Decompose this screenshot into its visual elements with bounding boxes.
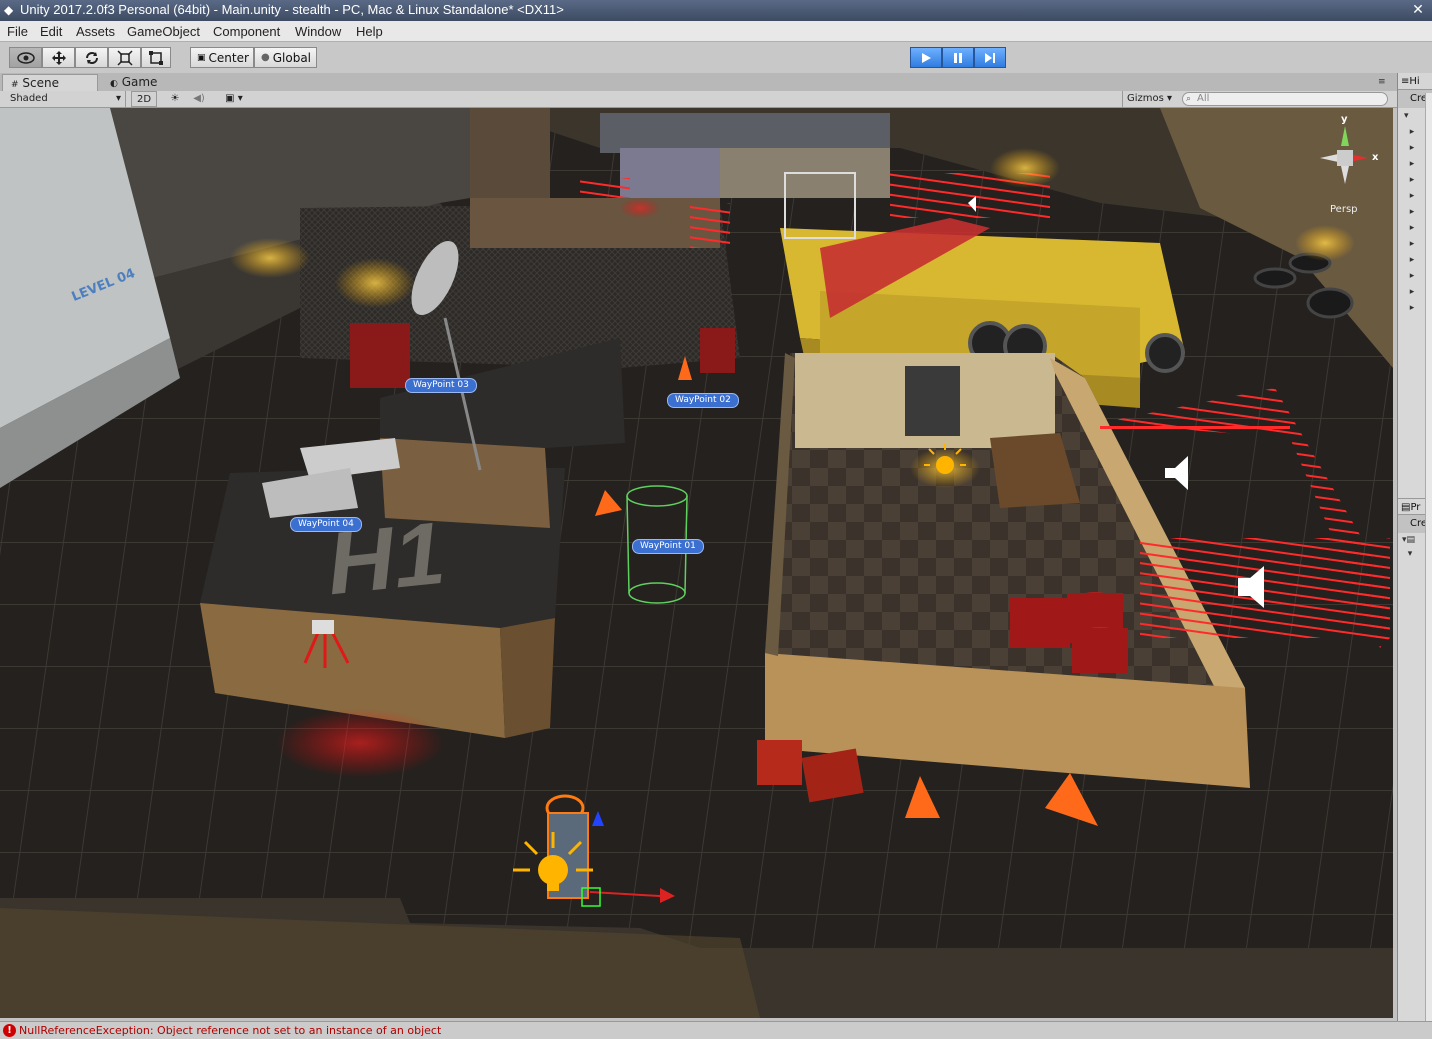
scene-toolbar: Shaded ▾ 2D ☀ ◀) ▣ ▾ Gizmos ▾ ⌕ All [0, 91, 1397, 108]
pause-button[interactable] [942, 47, 974, 68]
scene-search-input[interactable]: ⌕ All [1182, 92, 1388, 106]
projection-label[interactable]: Persp [1330, 204, 1358, 215]
axis-gizmo-icon [1320, 126, 1368, 184]
axis-x-label: x [1372, 152, 1379, 163]
close-button[interactable]: ✕ [1408, 1, 1428, 19]
game-tab-icon: ◐ [110, 79, 118, 89]
waypoint-03-label[interactable]: WayPoint 03 [405, 378, 477, 393]
main-toolbar: ▣ Center ● Global [0, 42, 1432, 73]
rect-tool-button[interactable] [141, 47, 171, 68]
pivot-center-toggle[interactable]: ▣ Center [190, 47, 254, 68]
window-title: Unity 2017.2.0f3 Personal (64bit) - Main… [20, 2, 564, 17]
scale-icon [116, 49, 133, 66]
console-error-message: NullReferenceException: Object reference… [19, 1024, 442, 1037]
waypoint-01-label[interactable]: WayPoint 01 [632, 539, 704, 554]
waypoint-02-label[interactable]: WayPoint 02 [667, 393, 739, 408]
rotate-icon [85, 51, 98, 64]
scene-orientation-gizmo[interactable]: y x Persp [1310, 114, 1380, 215]
gizmos-label: Gizmos [1127, 93, 1164, 104]
unity-logo-icon: ◆ [4, 3, 14, 17]
hierarchy-tab-label: Hi [1409, 76, 1420, 87]
pause-icon [954, 52, 962, 63]
tab-scene-label: Scene [22, 76, 59, 90]
tab-hierarchy[interactable]: ≡Hi [1398, 73, 1432, 90]
2d-toggle-button[interactable]: 2D [131, 91, 157, 107]
move-tool-button[interactable] [42, 47, 75, 68]
eye-icon [16, 51, 35, 64]
menu-window[interactable]: Window [295, 24, 341, 39]
step-icon [985, 52, 995, 63]
play-icon [922, 52, 931, 63]
error-icon: ! [3, 1024, 16, 1037]
menu-gameobject[interactable]: GameObject [127, 24, 200, 39]
shading-mode-dropdown[interactable]: Shaded ▾ [6, 91, 126, 107]
scale-tool-button[interactable] [108, 47, 141, 68]
axis-y-label: y [1341, 114, 1348, 125]
2d-toggle-label: 2D [136, 94, 152, 105]
scene-viewport[interactable]: LEVEL 04 H1 WayPoint 03 WayPoint 02 WayP… [0, 108, 1393, 1018]
lighting-toggle-button[interactable]: ☀ [164, 91, 186, 107]
title-bar: ◆ Unity 2017.2.0f3 Personal (64bit) - Ma… [0, 0, 1432, 21]
view-tabs: # Scene ◐ Game ≡ [0, 73, 1432, 91]
menu-assets[interactable]: Assets [76, 24, 115, 39]
menu-edit[interactable]: Edit [40, 24, 62, 39]
search-icon: ⌕ [1186, 94, 1192, 104]
scene-render [0, 108, 1393, 1018]
tab-scene[interactable]: # Scene [2, 74, 98, 91]
pivot-global-label: Global [272, 50, 312, 65]
view-tool-button[interactable] [9, 47, 42, 68]
right-panel: ≡Hi Crea ▾ ▸ ▸ ▸ ▸ ▸ ▸ ▸ ▸ ▸ ▸ ▸ ▸ ▤Pr C… [1397, 73, 1432, 1023]
menu-file[interactable]: File [7, 24, 28, 39]
move-icon [51, 50, 66, 65]
pivot-global-toggle[interactable]: ● Global [254, 47, 317, 68]
play-button[interactable] [910, 47, 942, 68]
menu-bar: File Edit Assets GameObject Component Wi… [0, 21, 1432, 42]
chevron-down-icon: ▾ [115, 93, 121, 104]
shading-mode-label: Shaded [10, 93, 48, 104]
rotate-tool-button[interactable] [75, 47, 108, 68]
pivot-center-label: Center [208, 50, 249, 65]
status-bar[interactable]: ! NullReferenceException: Object referen… [0, 1021, 1432, 1039]
tab-menu-icon[interactable]: ≡ [1378, 77, 1386, 87]
scene-tab-icon: # [11, 80, 19, 90]
pivot-center-icon: ▣ [197, 52, 206, 63]
step-button[interactable] [974, 47, 1006, 68]
rect-tool-icon [149, 50, 163, 65]
menu-help[interactable]: Help [356, 24, 383, 39]
tab-game-label: Game [121, 75, 158, 89]
image-icon: ▣ ▾ [225, 93, 243, 104]
sun-icon: ☀ [170, 93, 180, 104]
speaker-icon: ◀) [193, 93, 205, 104]
tab-game[interactable]: ◐ Game [102, 74, 172, 91]
chevron-down-icon: ▾ [1167, 93, 1173, 104]
waypoint-04-label[interactable]: WayPoint 04 [290, 517, 362, 532]
gizmos-dropdown[interactable]: Gizmos ▾ [1122, 91, 1176, 107]
scrollbar[interactable] [1425, 93, 1432, 1023]
search-placeholder: All [1197, 93, 1210, 104]
audio-toggle-button[interactable]: ◀) [188, 91, 210, 107]
project-tab-label: Pr [1410, 502, 1421, 513]
globe-icon: ● [261, 52, 270, 63]
effects-dropdown[interactable]: ▣ ▾ [218, 91, 250, 107]
menu-component[interactable]: Component [213, 24, 280, 39]
